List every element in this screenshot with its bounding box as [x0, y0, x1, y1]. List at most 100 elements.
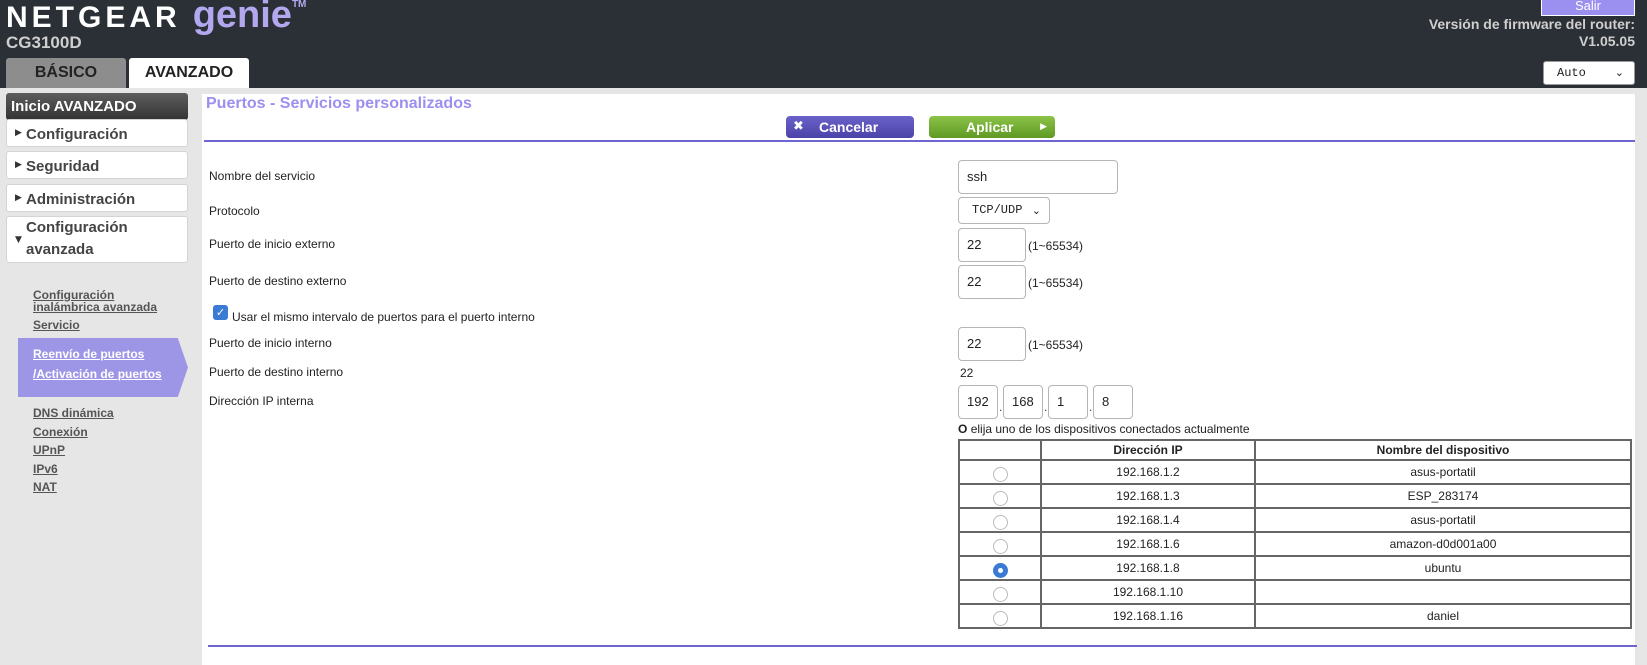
link-upnp[interactable]: UPnP	[33, 444, 65, 457]
device-radio[interactable]	[992, 610, 1008, 626]
ip-octet-3-input[interactable]: 1	[1048, 385, 1088, 419]
ip-dot: .	[999, 400, 1003, 414]
link-nat[interactable]: NAT	[33, 481, 57, 494]
protocol-select[interactable]: TCP/UDP ⌄	[958, 197, 1050, 224]
device-ip: 192.168.1.6	[1040, 531, 1256, 557]
logout-button[interactable]: Salir	[1541, 0, 1635, 16]
service-name-input[interactable]: ssh	[958, 160, 1118, 194]
close-icon: ✖	[793, 119, 804, 134]
link-service[interactable]: Servicio	[33, 319, 80, 332]
device-ip: 192.168.1.16	[1040, 603, 1256, 629]
device-ip: 192.168.1.3	[1040, 483, 1256, 509]
ip-dot: .	[1044, 400, 1048, 414]
tab-basic[interactable]: BÁSICO	[6, 58, 126, 88]
firmware-label: Versión de firmware del router:	[1428, 16, 1635, 32]
triangle-right-icon: ▶	[15, 193, 22, 203]
device-name: ESP_283174	[1254, 483, 1632, 509]
ip-octet-1-input[interactable]: 192	[958, 385, 998, 419]
same-range-label: Usar el mismo intervalo de puertos para …	[232, 310, 535, 324]
device-name: daniel	[1254, 603, 1632, 629]
device-name: asus-portatil	[1254, 507, 1632, 533]
link-dynamic-dns[interactable]: DNS dinámica	[33, 407, 114, 420]
sidebar-item-label: Configuración	[26, 219, 128, 236]
sidebar-item-security[interactable]: ▶ Seguridad	[6, 151, 188, 179]
select-column-header	[958, 439, 1042, 461]
apply-label: Aplicar	[966, 119, 1014, 135]
product-text: genie	[192, 0, 292, 36]
table-header-row: Dirección IP Nombre del dispositivo	[958, 439, 1632, 461]
ext-start-port-input[interactable]: 22	[958, 228, 1026, 262]
range-hint: (1~65534)	[1028, 276, 1084, 290]
table-row[interactable]: 192.168.1.16 daniel	[958, 603, 1632, 629]
sidebar: Inicio AVANZADO ▶ Configuración ▶ Seguri…	[0, 88, 196, 665]
sidebar-item-setup[interactable]: ▶ Configuración	[6, 119, 188, 147]
radio-cell	[958, 603, 1042, 629]
table-row[interactable]: 192.168.1.6 amazon-d0d001a00	[958, 531, 1632, 557]
table-row[interactable]: 192.168.1.4 asus-portatil	[958, 507, 1632, 533]
ip-dot: .	[1089, 400, 1093, 414]
table-row[interactable]: 192.168.1.10	[958, 579, 1632, 605]
ext-end-port-label: Puerto de destino externo	[209, 274, 347, 288]
sidebar-item-administration[interactable]: ▶ Administración	[6, 184, 188, 212]
sidebar-item-label: Seguridad	[26, 158, 100, 175]
language-value: Auto	[1557, 66, 1586, 80]
triangle-down-icon: ▼	[15, 235, 22, 245]
triangle-right-icon: ▶	[1040, 122, 1047, 132]
device-ip: 192.168.1.4	[1040, 507, 1256, 533]
device-radio[interactable]	[992, 490, 1008, 506]
page-title: Puertos - Servicios personalizados	[206, 95, 472, 112]
device-select-hint: O elija uno de los dispositivos conectad…	[958, 422, 1250, 436]
protocol-value: TCP/UDP	[972, 203, 1023, 217]
divider	[208, 645, 1637, 647]
router-model: CG3100D	[6, 33, 82, 52]
link-port-forwarding[interactable]: Reenvío de puertos	[33, 348, 144, 361]
device-radio[interactable]	[992, 466, 1008, 482]
radio-cell	[958, 483, 1042, 509]
ext-end-port-input[interactable]: 22	[958, 265, 1026, 299]
language-select[interactable]: Auto ⌄	[1543, 61, 1635, 85]
ip-octet-2-input[interactable]: 168	[1003, 385, 1043, 419]
triangle-right-icon: ▶	[15, 160, 22, 170]
chevron-down-icon: ⌄	[1031, 204, 1041, 217]
sidebar-home-advanced[interactable]: Inicio AVANZADO	[6, 93, 188, 120]
apply-button[interactable]: Aplicar ▶	[929, 116, 1055, 138]
range-hint: (1~65534)	[1028, 338, 1084, 352]
int-start-port-input[interactable]: 22	[958, 327, 1026, 361]
range-hint: (1~65534)	[1028, 239, 1084, 253]
radio-cell	[958, 459, 1042, 485]
or-prefix: O	[958, 422, 968, 436]
chevron-down-icon: ⌄	[1614, 66, 1624, 79]
protocol-label: Protocolo	[209, 204, 260, 218]
table-row[interactable]: 192.168.1.8 ubuntu	[958, 555, 1632, 581]
device-name-column-header: Nombre del dispositivo	[1254, 439, 1632, 461]
link-connection[interactable]: Conexión	[33, 426, 88, 439]
radio-cell	[958, 579, 1042, 605]
brand-text: NETGEAR	[6, 1, 181, 34]
sidebar-item-label: avanzada	[26, 241, 94, 258]
device-name: amazon-d0d001a00	[1254, 531, 1632, 557]
device-radio[interactable]	[992, 586, 1008, 602]
sidebar-item-port-forwarding[interactable]: Reenvío de puertos /Activación de puerto…	[18, 338, 188, 397]
device-ip: 192.168.1.10	[1040, 579, 1256, 605]
ext-start-port-label: Puerto de inicio externo	[209, 237, 336, 251]
device-name	[1254, 579, 1632, 605]
table-row[interactable]: 192.168.1.3 ESP_283174	[958, 483, 1632, 509]
device-ip: 192.168.1.8	[1040, 555, 1256, 581]
main-content: Puertos - Servicios personalizados ✖ Can…	[202, 94, 1637, 665]
link-ipv6[interactable]: IPv6	[33, 463, 58, 476]
link-wireless-advanced-2[interactable]: inalámbrica avanzada	[33, 301, 157, 314]
tab-advanced[interactable]: AVANZADO	[129, 58, 249, 88]
internal-ip-label: Dirección IP interna	[209, 394, 314, 408]
device-radio[interactable]	[992, 538, 1008, 554]
ip-column-header: Dirección IP	[1040, 439, 1256, 461]
cancel-button[interactable]: ✖ Cancelar	[786, 116, 914, 138]
device-radio[interactable]	[992, 562, 1008, 578]
same-range-checkbox[interactable]: ✓	[213, 305, 228, 320]
device-radio[interactable]	[992, 514, 1008, 530]
table-row[interactable]: 192.168.1.2 asus-portatil	[958, 459, 1632, 485]
link-port-triggering[interactable]: /Activación de puertos	[33, 368, 162, 381]
ip-octet-4-input[interactable]: 8	[1093, 385, 1133, 419]
service-name-label: Nombre del servicio	[209, 169, 316, 183]
device-name: ubuntu	[1254, 555, 1632, 581]
sidebar-item-advanced-setup[interactable]: ▼ Configuración avanzada	[6, 216, 188, 263]
